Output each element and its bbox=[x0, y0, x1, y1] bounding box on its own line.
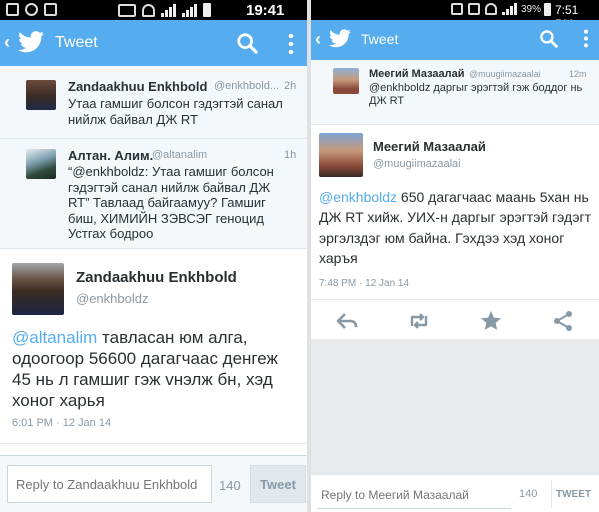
left-screenshot: 19:41 ‹ Tweet Zandaakhuu Enkhbold @enkhb… bbox=[0, 0, 307, 512]
search-icon[interactable] bbox=[539, 29, 558, 48]
signal-icon bbox=[161, 3, 176, 17]
author-name[interactable]: Меегий Мазаалай bbox=[369, 68, 465, 80]
tweet-text: @enkhboldz даргыг эрэгтэй гэж боддог нь … bbox=[369, 82, 583, 108]
battery-percent: 39% bbox=[521, 4, 542, 15]
status-bar: 39% 7:51 PM bbox=[311, 0, 599, 31]
favorite-icon[interactable] bbox=[479, 309, 503, 333]
tweet-button[interactable]: TWEET bbox=[551, 480, 595, 508]
character-count: 140 bbox=[219, 478, 241, 493]
overflow-menu-icon[interactable] bbox=[288, 33, 294, 55]
author-handle[interactable]: @enkhboldz bbox=[76, 291, 148, 306]
mention-link[interactable]: @altanalim bbox=[12, 328, 97, 347]
author-handle: @muugiimazaalai bbox=[469, 69, 541, 79]
reply-bar: 140 Tweet bbox=[0, 455, 307, 512]
tweet-text: “@enkhboldz: Утаа гамшиг болсон гэдэгтэй… bbox=[68, 164, 274, 242]
nfc-icon bbox=[451, 3, 463, 15]
author-handle[interactable]: @muugiimazaalai bbox=[373, 158, 461, 170]
status-bar: 19:41 bbox=[0, 0, 307, 20]
reply-input[interactable] bbox=[7, 465, 212, 503]
status-time: 19:41 bbox=[246, 2, 285, 19]
author-name[interactable]: Алтан. Алим. bbox=[68, 148, 153, 163]
tweet-text: @altanalim тавласан юм алга, одоогоор 56… bbox=[12, 327, 297, 411]
reply-input[interactable] bbox=[317, 481, 511, 509]
tweet-time: 1h bbox=[284, 149, 297, 161]
back-icon[interactable]: ‹ bbox=[4, 32, 10, 53]
tweet-button[interactable]: Tweet bbox=[250, 465, 306, 503]
tweet-text: @enkhboldz 650 дагагчаас маань 5хан нь Д… bbox=[319, 187, 597, 268]
tweet-text: Утаа гамшиг болсон гэдэгтэй санал нийлж … bbox=[68, 96, 283, 127]
context-tweet[interactable]: Меегий Мазаалай @muugiimazaalai 12m @enk… bbox=[311, 60, 599, 124]
main-tweet: Меегий Мазаалай @muugiimazaalai @enkhbol… bbox=[311, 124, 599, 339]
back-icon[interactable]: ‹ bbox=[315, 29, 321, 50]
author-name[interactable]: Zandaakhuu Enkhbold bbox=[68, 79, 207, 94]
photo-notification-icon bbox=[6, 3, 19, 16]
wifi-icon bbox=[485, 3, 497, 15]
signal-2-icon bbox=[182, 3, 197, 17]
author-name[interactable]: Меегий Мазаалай bbox=[373, 139, 486, 154]
usb-icon bbox=[44, 3, 57, 16]
action-bar: ‹ Tweet bbox=[311, 20, 599, 60]
tweet-time: 12m bbox=[569, 69, 587, 79]
reply-bar: 140 TWEET bbox=[311, 474, 599, 512]
mention-link[interactable]: @enkhboldz bbox=[319, 189, 397, 205]
signal-icon bbox=[502, 3, 517, 15]
tweet-time: 2h bbox=[284, 80, 297, 92]
wifi-icon bbox=[142, 3, 155, 17]
mute-icon bbox=[468, 3, 480, 15]
avatar[interactable] bbox=[333, 68, 359, 94]
battery-icon bbox=[203, 3, 211, 17]
page-title: Tweet bbox=[55, 34, 98, 51]
context-tweet[interactable]: Zandaakhuu Enkhbold @enkhbold... 2h Утаа… bbox=[0, 66, 307, 138]
twitter-bird-icon[interactable] bbox=[329, 29, 351, 48]
author-name[interactable]: Zandaakhuu Enkhbold bbox=[76, 269, 237, 286]
context-tweet[interactable]: Алтан. Алим. @altanalim 1h “@enkhboldz: … bbox=[0, 139, 307, 248]
avatar[interactable] bbox=[319, 133, 363, 177]
retweet-icon[interactable] bbox=[407, 309, 431, 333]
search-icon[interactable] bbox=[236, 32, 258, 54]
tweet-actions bbox=[311, 303, 599, 339]
page-title: Tweet bbox=[361, 31, 399, 47]
avatar[interactable] bbox=[26, 149, 56, 179]
twitter-bird-icon[interactable] bbox=[18, 31, 44, 53]
action-bar: ‹ Tweet bbox=[0, 20, 307, 66]
main-tweet: Zandaakhuu Enkhbold @enkhboldz @altanali… bbox=[0, 249, 307, 443]
tweet-timestamp: 6:01 PM · 12 Jan 14 bbox=[12, 417, 112, 429]
author-handle: @enkhbold... bbox=[214, 80, 279, 92]
avatar[interactable] bbox=[26, 80, 56, 110]
tweet-timestamp: 7:48 PM · 12 Jan 14 bbox=[319, 278, 410, 289]
battery-icon bbox=[544, 3, 551, 16]
person-notification-icon bbox=[25, 3, 38, 16]
character-count: 140 bbox=[519, 488, 538, 500]
reply-icon[interactable] bbox=[335, 309, 359, 333]
share-icon[interactable] bbox=[551, 309, 575, 333]
vibrate-icon bbox=[118, 3, 136, 17]
author-handle: @altanalim bbox=[152, 149, 208, 161]
overflow-menu-icon[interactable] bbox=[583, 29, 589, 48]
avatar[interactable] bbox=[12, 263, 64, 315]
right-screenshot: 39% 7:51 PM ‹ Tweet Меегий Мазаалай @muu… bbox=[311, 0, 599, 512]
